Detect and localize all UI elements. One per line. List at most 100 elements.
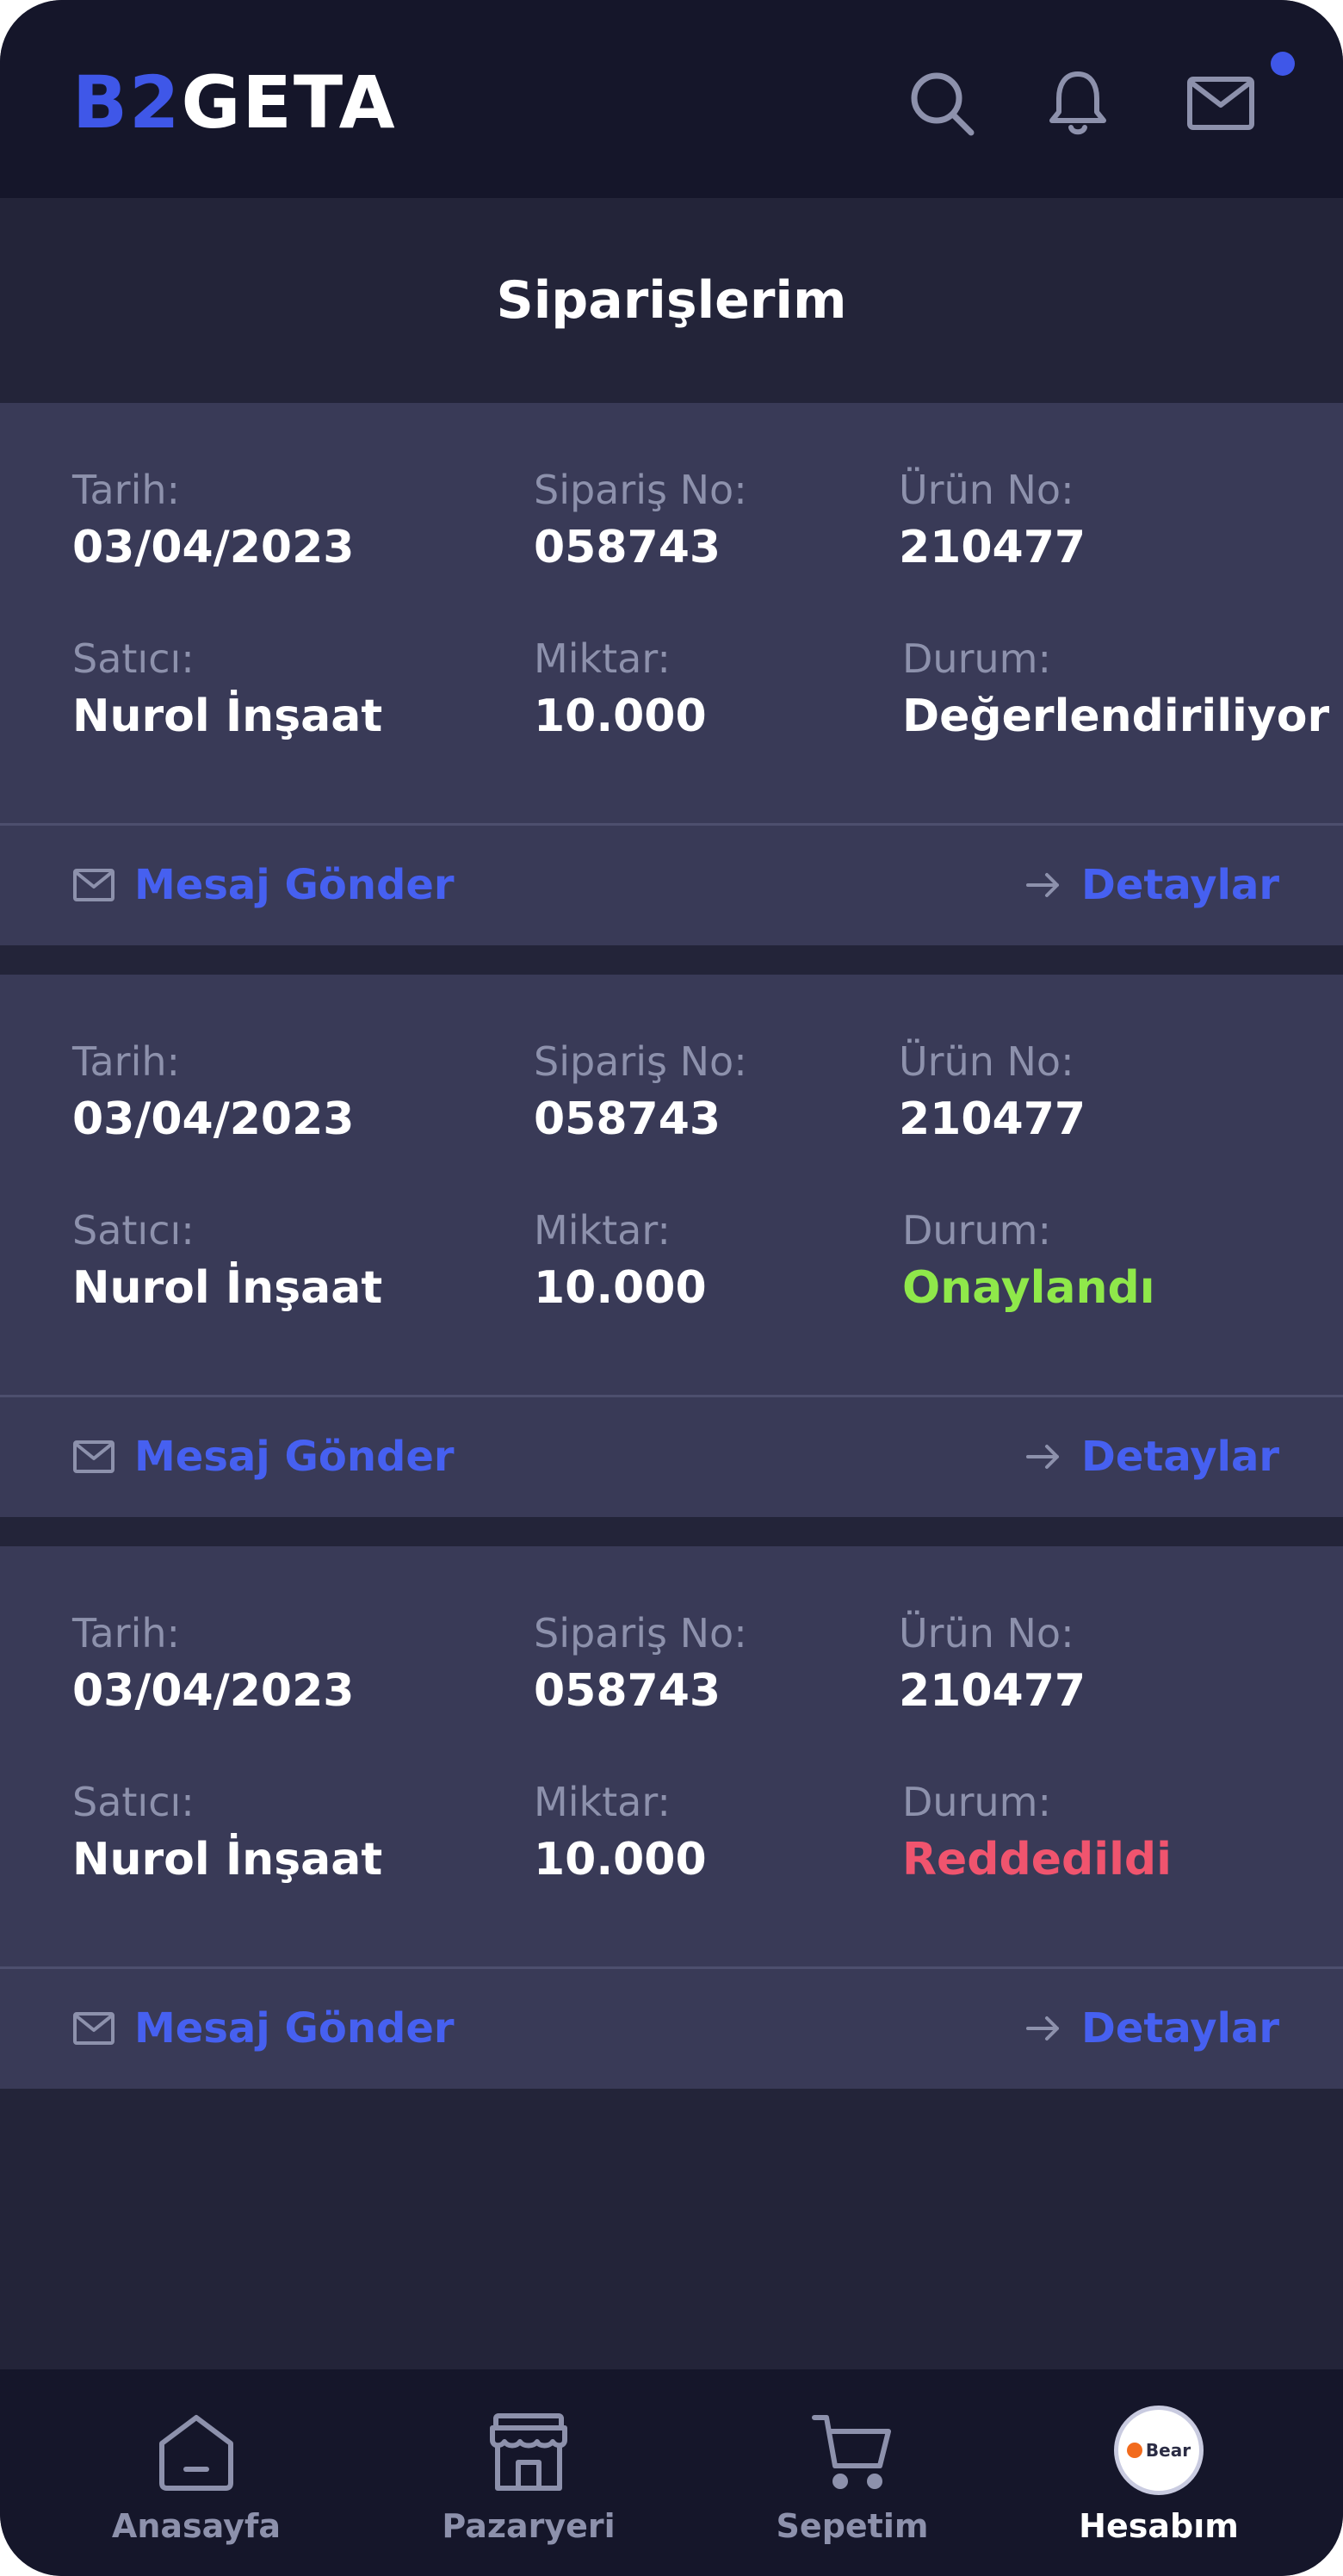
product-no-value: 210477 bbox=[899, 1665, 1086, 1717]
send-message-button[interactable]: Mesaj Gönder bbox=[72, 1968, 455, 2089]
order-card: Tarih: 03/04/2023 Sipariş No: 058743 Ürü… bbox=[0, 975, 1343, 1517]
quantity-field: Miktar: 10.000 bbox=[534, 1779, 707, 1886]
search-icon[interactable] bbox=[906, 67, 978, 139]
seller-label: Satıcı: bbox=[72, 635, 195, 682]
send-message-button[interactable]: Mesaj Gönder bbox=[72, 825, 455, 945]
seller-value: Nurol İnşaat bbox=[72, 1834, 383, 1886]
mail-icon bbox=[73, 1440, 114, 1473]
seller-field: Satıcı: Nurol İnşaat bbox=[72, 635, 382, 742]
nav-item-cart[interactable]: Sepetim bbox=[723, 2369, 981, 2576]
nav-item-account[interactable]: Bear Hesabım bbox=[1030, 2369, 1288, 2576]
status-label: Durum: bbox=[902, 635, 1051, 682]
status-field: Durum: Reddedildi bbox=[902, 1779, 1172, 1886]
product-no-label: Ürün No: bbox=[899, 1610, 1074, 1656]
details-label: Detaylar bbox=[1081, 1433, 1280, 1481]
date-label: Tarih: bbox=[72, 1610, 181, 1656]
status-value: Onaylandı bbox=[902, 1262, 1155, 1314]
seller-value: Nurol İnşaat bbox=[72, 690, 383, 742]
status-field: Durum: Onaylandı bbox=[902, 1207, 1155, 1314]
date-field: Tarih: 03/04/2023 bbox=[72, 467, 354, 573]
order-no-field: Sipariş No: 058743 bbox=[534, 1610, 747, 1717]
quantity-value: 10.000 bbox=[534, 690, 707, 742]
order-no-field: Sipariş No: 058743 bbox=[534, 467, 747, 573]
nav-label-marketplace: Pazaryeri bbox=[442, 2507, 616, 2545]
product-no-label: Ürün No: bbox=[899, 1038, 1074, 1085]
seller-value: Nurol İnşaat bbox=[72, 1262, 383, 1314]
b2geta-logo[interactable]: B2 GETA bbox=[72, 60, 397, 145]
order-no-field: Sipariş No: 058743 bbox=[534, 1038, 747, 1145]
mail-icon bbox=[73, 2012, 114, 2045]
home-icon bbox=[153, 2409, 239, 2495]
arrow-right-icon bbox=[1026, 1445, 1059, 1469]
order-no-label: Sipariş No: bbox=[534, 1038, 747, 1085]
nav-label-cart: Sepetim bbox=[776, 2507, 929, 2545]
details-button[interactable]: Detaylar bbox=[1024, 1968, 1279, 2089]
mail-icon[interactable] bbox=[1186, 67, 1255, 139]
product-no-field: Ürün No: 210477 bbox=[899, 1610, 1086, 1717]
date-label: Tarih: bbox=[72, 467, 181, 513]
arrow-right-icon bbox=[1026, 2016, 1059, 2040]
nav-item-marketplace[interactable]: Pazaryeri bbox=[399, 2369, 658, 2576]
product-no-field: Ürün No: 210477 bbox=[899, 1038, 1086, 1145]
quantity-label: Miktar: bbox=[534, 1207, 671, 1254]
quantity-field: Miktar: 10.000 bbox=[534, 1207, 707, 1314]
order-card: Tarih: 03/04/2023 Sipariş No: 058743 Ürü… bbox=[0, 403, 1343, 945]
order-no-value: 058743 bbox=[534, 1093, 721, 1145]
product-no-label: Ürün No: bbox=[899, 467, 1074, 513]
nav-label-home: Anasayfa bbox=[111, 2507, 282, 2545]
arrow-right-icon bbox=[1026, 873, 1059, 897]
date-value: 03/04/2023 bbox=[72, 1665, 355, 1717]
quantity-value: 10.000 bbox=[534, 1262, 707, 1314]
status-field: Durum: Değerlendiriliyor bbox=[902, 635, 1329, 742]
date-field: Tarih: 03/04/2023 bbox=[72, 1038, 354, 1145]
date-label: Tarih: bbox=[72, 1038, 181, 1085]
details-label: Detaylar bbox=[1081, 861, 1280, 909]
quantity-value: 10.000 bbox=[534, 1834, 707, 1886]
logo-part1: B2 bbox=[72, 60, 182, 145]
quantity-field: Miktar: 10.000 bbox=[534, 635, 707, 742]
product-no-value: 210477 bbox=[899, 1093, 1086, 1145]
date-value: 03/04/2023 bbox=[72, 1093, 355, 1145]
status-label: Durum: bbox=[902, 1207, 1051, 1254]
seller-field: Satıcı: Nurol İnşaat bbox=[72, 1207, 382, 1314]
app-screen: B2 GETA Siparişlerim Tarih: 03/04/2023 S… bbox=[0, 0, 1343, 2576]
order-no-value: 058743 bbox=[534, 1665, 721, 1717]
bottom-navigation: Anasayfa Pazaryeri Sepetim Bear Hesabım bbox=[0, 2369, 1343, 2576]
seller-label: Satıcı: bbox=[72, 1207, 195, 1254]
status-label: Durum: bbox=[902, 1779, 1051, 1825]
order-no-value: 058743 bbox=[534, 522, 721, 573]
status-value: Değerlendiriliyor bbox=[902, 690, 1330, 742]
quantity-label: Miktar: bbox=[534, 635, 671, 682]
order-card: Tarih: 03/04/2023 Sipariş No: 058743 Ürü… bbox=[0, 1546, 1343, 2089]
date-value: 03/04/2023 bbox=[72, 522, 355, 573]
page-title: Siparişlerim bbox=[496, 270, 847, 331]
logo-part2: GETA bbox=[181, 60, 397, 145]
details-button[interactable]: Detaylar bbox=[1024, 825, 1279, 945]
avatar-text: Bear bbox=[1145, 2440, 1191, 2461]
order-no-label: Sipariş No: bbox=[534, 1610, 747, 1656]
send-message-label: Mesaj Gönder bbox=[134, 2004, 455, 2053]
store-icon bbox=[486, 2409, 572, 2495]
notification-dot bbox=[1271, 52, 1295, 76]
status-value: Reddedildi bbox=[902, 1834, 1172, 1886]
nav-label-account: Hesabım bbox=[1079, 2507, 1239, 2545]
top-header: B2 GETA bbox=[0, 0, 1343, 198]
date-field: Tarih: 03/04/2023 bbox=[72, 1610, 354, 1717]
cart-icon bbox=[809, 2409, 895, 2495]
page-title-bar: Siparişlerim bbox=[0, 198, 1343, 403]
quantity-label: Miktar: bbox=[534, 1779, 671, 1825]
product-no-field: Ürün No: 210477 bbox=[899, 467, 1086, 573]
nav-item-home[interactable]: Anasayfa bbox=[67, 2369, 325, 2576]
seller-label: Satıcı: bbox=[72, 1779, 195, 1825]
avatar: Bear bbox=[1114, 2406, 1204, 2495]
bell-icon[interactable] bbox=[1042, 67, 1114, 139]
product-no-value: 210477 bbox=[899, 522, 1086, 573]
mail-icon bbox=[73, 869, 114, 901]
order-no-label: Sipariş No: bbox=[534, 467, 747, 513]
details-button[interactable]: Detaylar bbox=[1024, 1396, 1279, 1517]
send-message-button[interactable]: Mesaj Gönder bbox=[72, 1396, 455, 1517]
details-label: Detaylar bbox=[1081, 2004, 1280, 2053]
seller-field: Satıcı: Nurol İnşaat bbox=[72, 1779, 382, 1886]
send-message-label: Mesaj Gönder bbox=[134, 861, 455, 909]
avatar-logo-dot bbox=[1126, 2443, 1142, 2458]
